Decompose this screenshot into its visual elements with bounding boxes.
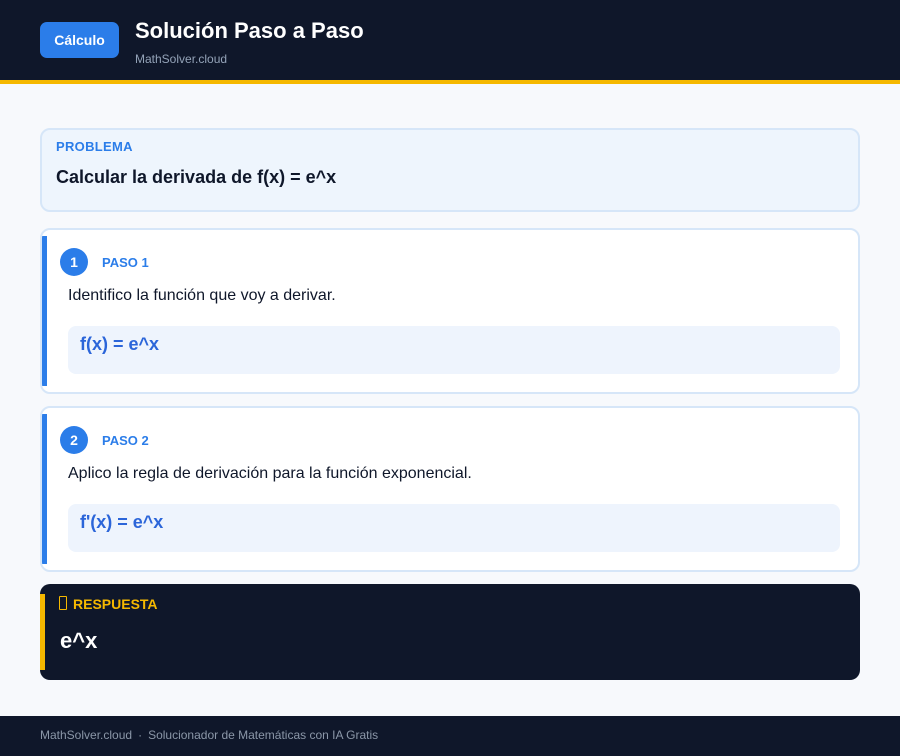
problem-statement: Calcular la derivada de f(x) = e^x [56,167,337,187]
problem-label: PROBLEMA [56,139,133,154]
step-description: Aplico la regla de derivación para la fu… [68,465,472,482]
step-formula: f(x) = e^x [80,334,160,354]
answer-value: e^x [60,628,98,653]
step-formula-box: f(x) = e^x [68,326,840,374]
header: Cálculo Solución Paso a Paso MathSolver.… [0,0,900,84]
answer-label: RESPUESTA [73,596,158,612]
category-badge: Cálculo [40,22,119,58]
answer-card: RESPUESTA e^x [40,584,860,680]
step-accent-bar [42,236,47,386]
answer-accent-bar [40,594,45,670]
footer-text: MathSolver.cloud · Solucionador de Matemát… [40,728,378,742]
step-card-2: 2 PASO 2 Aplico la regla de derivación p… [40,406,860,572]
problem-card: PROBLEMA Calcular la derivada de f(x) = … [40,128,860,212]
step-formula: f'(x) = e^x [80,512,164,532]
footer-tagline: Solucionador de Matemáticas con IA Grati… [148,728,379,742]
step-label: PASO 2 [102,433,149,448]
clipboard-icon [59,596,67,610]
page-title: Solución Paso a Paso [135,18,364,43]
step-number-badge: 2 [60,426,88,454]
site-name: MathSolver.cloud [135,52,228,66]
step-card-1: 1 PASO 1 Identifico la función que voy a… [40,228,860,394]
step-label: PASO 1 [102,255,149,270]
step-accent-bar [42,414,47,564]
step-number-badge: 1 [60,248,88,276]
footer-site: MathSolver.cloud [40,728,133,742]
step-description: Identifico la función que voy a derivar. [68,287,336,304]
footer: MathSolver.cloud · Solucionador de Matemát… [0,716,900,756]
step-formula-box: f'(x) = e^x [68,504,840,552]
footer-separator: · [138,728,143,742]
